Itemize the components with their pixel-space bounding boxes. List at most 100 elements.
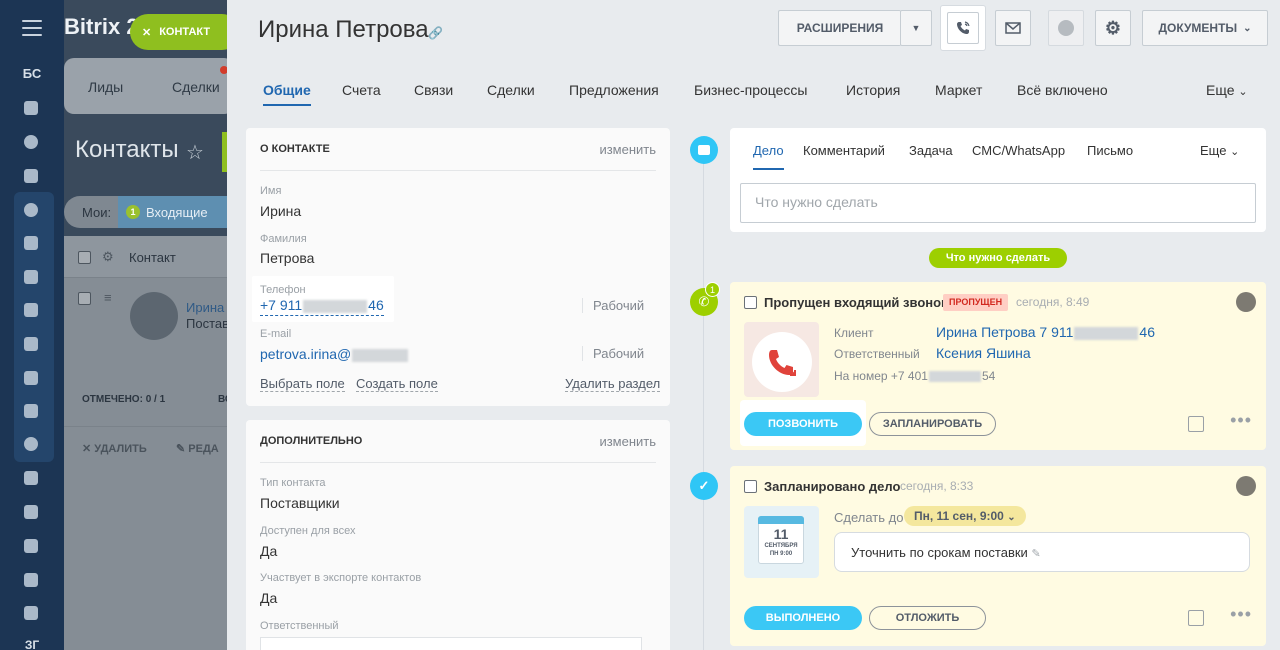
box-icon[interactable] — [20, 570, 42, 590]
choose-field-link[interactable]: Выбрать поле — [260, 376, 345, 392]
call-button[interactable] — [941, 6, 985, 50]
tab-history[interactable]: История — [846, 82, 900, 98]
link-icon[interactable]: 🔗 — [428, 26, 443, 40]
editor-tab-task[interactable]: Задача — [909, 143, 953, 158]
note-icon[interactable] — [1188, 416, 1204, 432]
row-contact-name[interactable]: Ирина — [186, 300, 224, 315]
calendar-icon[interactable] — [20, 300, 42, 320]
tab-deals[interactable]: Сделки — [172, 79, 220, 95]
client-link[interactable]: Ирина Петрова 7 911 46 — [936, 324, 1155, 340]
menu-icon[interactable] — [22, 20, 42, 36]
avatar[interactable] — [1236, 292, 1256, 312]
tab-invoices[interactable]: Счета — [342, 82, 381, 98]
filter-inbox[interactable]: 1 Входящие — [118, 196, 234, 228]
missed-call-activity: Пропущен входящий звонок ПРОПУЩЕН сегодн… — [730, 282, 1266, 450]
sign-icon[interactable] — [20, 603, 42, 623]
timeline-check-icon: ✓ — [690, 472, 718, 500]
export-label: Участвует в экспорте контактов — [260, 572, 422, 584]
about-edit-link[interactable]: изменить — [599, 142, 656, 157]
row-checkbox[interactable] — [78, 292, 91, 305]
email-button[interactable] — [995, 10, 1031, 46]
email-label: E-mail — [260, 328, 292, 340]
more-icon[interactable]: ••• — [1230, 410, 1252, 431]
documents-button[interactable]: ДОКУМЕНТЫ ⌄ — [1142, 10, 1268, 46]
people-icon[interactable] — [20, 434, 42, 454]
editor-tab-comment[interactable]: Комментарий — [803, 143, 885, 158]
extensions-dropdown-button[interactable]: ▼ — [900, 10, 932, 46]
contact-slider: Ирина Петрова 🔗 РАСШИРЕНИЯ ▼ ⚙ ДОКУМЕНТЫ… — [227, 0, 1280, 650]
tab-relations[interactable]: Связи — [414, 82, 453, 98]
tab-business-processes[interactable]: Бизнес-процессы — [694, 82, 807, 98]
activity-time: сегодня, 8:49 — [1016, 295, 1090, 309]
inbox-icon[interactable] — [20, 368, 42, 388]
more-icon[interactable]: ••• — [1230, 604, 1252, 625]
responsible-field[interactable] — [260, 637, 642, 650]
target-icon[interactable] — [20, 132, 42, 152]
editor-tab-sms[interactable]: СМС/WhatsApp — [972, 143, 1065, 158]
schedule-button[interactable]: ЗАПЛАНИРОВАТЬ — [869, 412, 996, 436]
tab-more[interactable]: Еще ⌄ — [1206, 82, 1248, 98]
activity-input[interactable]: Что нужно сделать — [740, 183, 1256, 223]
deadline-chip[interactable]: Пн, 11 сен, 9:00 ⌄ — [904, 506, 1026, 526]
avatar[interactable] — [1236, 476, 1256, 496]
grid-column-contact[interactable]: Контакт — [129, 250, 176, 265]
editor-tab-email[interactable]: Письмо — [1087, 143, 1133, 158]
settings-button[interactable]: ⚙ — [1095, 10, 1131, 46]
phone-value[interactable]: +7 911 46 — [260, 297, 384, 316]
email-value[interactable]: petrova.irina@ — [260, 346, 409, 362]
tasks-icon[interactable] — [20, 233, 42, 253]
filter-mine-label: Мои: — [82, 205, 112, 220]
edit-action[interactable]: ✎ РЕДА — [176, 442, 219, 455]
tab-deals[interactable]: Сделки — [487, 82, 535, 98]
activity-checkbox[interactable] — [744, 296, 757, 309]
chat-icon[interactable] — [20, 267, 42, 287]
crm-icon[interactable] — [20, 200, 42, 220]
complete-button[interactable]: ВЫПОЛНЕНО — [744, 606, 862, 630]
id-card-icon[interactable] — [20, 468, 42, 488]
postpone-button[interactable]: ОТЛОЖИТЬ — [869, 606, 986, 630]
tab-market[interactable]: Маркет — [935, 82, 982, 98]
tab-quotes[interactable]: Предложения — [569, 82, 659, 98]
masked-email — [352, 348, 409, 362]
responsible-link[interactable]: Ксения Яшина — [936, 345, 1031, 361]
tab-general[interactable]: Общие — [263, 82, 311, 106]
phone-suffix: 46 — [368, 297, 384, 313]
home-icon[interactable] — [20, 98, 42, 118]
android-icon[interactable] — [20, 536, 42, 556]
messenger-button[interactable] — [1048, 10, 1084, 46]
note-icon[interactable] — [1188, 610, 1204, 626]
inbox-count: 1 — [126, 205, 140, 219]
document-icon[interactable] — [20, 334, 42, 354]
editor-tab-activity[interactable]: Дело — [753, 143, 784, 170]
tab-leads[interactable]: Лиды — [88, 79, 123, 95]
responsible-label: Ответственный — [260, 620, 339, 632]
additional-card: ДОПОЛНИТЕЛЬНО изменить Тип контакта Пост… — [246, 420, 670, 650]
extensions-button[interactable]: РАСШИРЕНИЯ — [778, 10, 901, 46]
activity-checkbox[interactable] — [744, 480, 757, 493]
client-label: Клиент — [834, 326, 874, 340]
client-suffix: 46 — [1139, 324, 1155, 340]
gear-icon[interactable]: ⚙ — [102, 249, 114, 265]
page-title: Контакты — [75, 136, 179, 163]
create-field-link[interactable]: Создать поле — [356, 376, 438, 392]
mail-icon[interactable] — [20, 401, 42, 421]
filter-bar[interactable]: Мои: 1 Входящие — [64, 196, 234, 228]
robot-icon[interactable] — [20, 502, 42, 522]
tab-all-included[interactable]: Всё включено — [1017, 82, 1108, 98]
pencil-icon[interactable]: ✎ — [1031, 548, 1040, 560]
editor-tab-more[interactable]: Еще ⌄ — [1200, 143, 1239, 158]
cart-icon[interactable] — [20, 166, 42, 186]
delete-section-link[interactable]: Удалить раздел — [565, 376, 661, 392]
delete-action[interactable]: ✕ УДАЛИТЬ — [82, 442, 147, 455]
call-back-button[interactable]: ПОЗВОНИТЬ — [744, 412, 862, 436]
star-icon[interactable]: ☆ — [186, 140, 204, 165]
select-all-checkbox[interactable] — [78, 251, 91, 264]
portal-logo[interactable]: Bitrix 2 — [64, 14, 139, 40]
portal-short-name[interactable]: БС — [0, 66, 64, 81]
row-menu-icon[interactable]: ≡ — [104, 290, 112, 305]
task-description[interactable]: Уточнить по срокам поставки ✎ — [834, 532, 1250, 572]
additional-edit-link[interactable]: изменить — [599, 434, 656, 449]
user-short-name[interactable]: ЗГ — [0, 638, 64, 650]
create-contact-button[interactable]: ✕ КОНТАКТ — [130, 14, 240, 50]
contact-tabs: Общие Счета Связи Сделки Предложения Биз… — [263, 82, 1263, 112]
